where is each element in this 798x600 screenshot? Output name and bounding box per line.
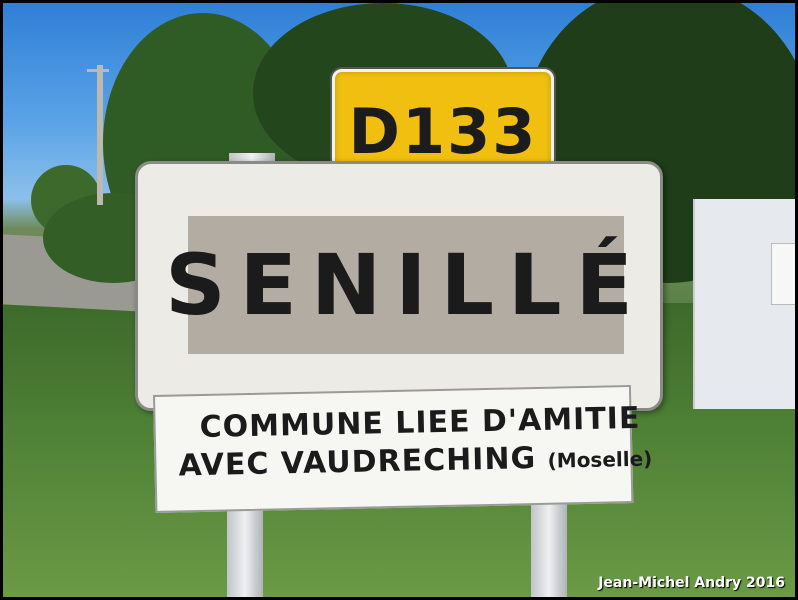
utility-pole-arm — [87, 69, 109, 72]
twinning-line-2: AVEC VAUDRECHING (Moselle) — [178, 439, 653, 484]
twinning-line-1: COMMUNE LIEE D'AMITIE — [199, 400, 641, 446]
town-name: SENILLÉ — [165, 236, 647, 334]
twinning-sign: COMMUNE LIEE D'AMITIE AVEC VAUDRECHING (… — [153, 384, 653, 513]
photo-scene: D133 SENILLÉ COMMUNE LIEE D'AMITIE AVEC … — [3, 3, 795, 597]
twinning-town: AVEC VAUDRECHING — [178, 440, 537, 484]
cabinet-notice — [771, 243, 795, 305]
sign-post-left — [227, 503, 263, 597]
utility-pole — [97, 65, 103, 205]
twinning-region: (Moselle) — [547, 446, 653, 473]
town-name-panel: SENILLÉ — [165, 216, 633, 354]
route-number: D133 — [348, 94, 538, 168]
town-entry-sign: SENILLÉ — [135, 161, 663, 411]
photo-credit: Jean-Michel Andry 2016 — [598, 575, 785, 591]
